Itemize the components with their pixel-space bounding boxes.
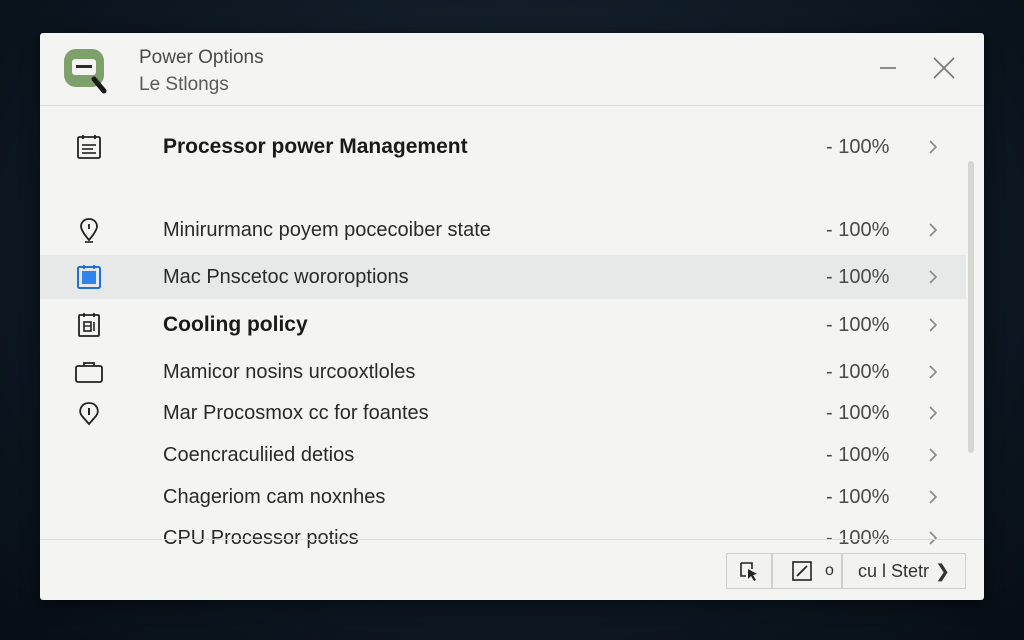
select-button[interactable] xyxy=(726,553,772,589)
list-item-value: - 100% xyxy=(826,486,890,508)
list-item[interactable]: Chageriom cam noxnhes - 100% xyxy=(40,475,966,519)
vertical-scrollbar[interactable] xyxy=(968,161,974,453)
list-item[interactable]: Cooling policy - 100% xyxy=(40,303,966,347)
list-item-value: - 100% xyxy=(826,266,890,288)
power-plug-icon xyxy=(74,399,104,427)
minimize-button[interactable] xyxy=(871,51,905,85)
power-app-icon xyxy=(60,45,112,97)
list-item[interactable]: Coencraculiied detios - 100% xyxy=(40,433,966,477)
title-bar: Power Options Le Stlongs xyxy=(40,33,984,106)
list-item[interactable]: Minirurmanc poyem pocecoiber state - 100… xyxy=(40,208,966,252)
chevron-right-icon xyxy=(929,318,938,332)
list-item-value: - 100% xyxy=(826,136,890,158)
list-item-label: Mac Pnscetoc wororoptions xyxy=(163,266,409,288)
chevron-right-icon: ❯ xyxy=(934,560,951,581)
settings-list: Processor power Management - 100% Miniru… xyxy=(40,125,966,549)
footer-bar: o cu l Stetr ❯ xyxy=(40,539,984,600)
calendar-box-icon xyxy=(74,311,104,339)
chevron-right-icon xyxy=(929,140,938,154)
chevron-right-icon xyxy=(929,270,938,284)
location-pin-icon xyxy=(74,216,104,244)
cluster-button-label: cu l Stetr xyxy=(857,560,929,581)
close-button[interactable] xyxy=(927,51,961,85)
list-item[interactable]: Mac Pnscetoc wororoptions - 100% xyxy=(40,255,966,299)
list-item-value: - 100% xyxy=(826,444,890,466)
list-item-value: - 100% xyxy=(826,361,890,383)
list-item-value: - 100% xyxy=(826,402,890,424)
window-title: Power Options xyxy=(139,47,264,68)
list-item[interactable]: Processor power Management - 100% xyxy=(40,125,966,169)
list-item-label: Cooling policy xyxy=(163,313,308,336)
clipboard-icon xyxy=(74,263,104,291)
list-item-label: Chageriom cam noxnhes xyxy=(163,486,386,508)
list-item-label: Processor power Management xyxy=(163,135,468,158)
list-item-label: Mamicor nosins urcooxtloles xyxy=(163,361,416,383)
list-item[interactable]: Mar Procosmox cc for foantes - 100% xyxy=(40,391,966,435)
cursor-select-icon xyxy=(740,562,757,581)
chevron-right-icon xyxy=(929,223,938,237)
list-item-value: - 100% xyxy=(826,314,890,336)
list-item-value: - 100% xyxy=(826,219,890,241)
close-icon xyxy=(933,57,955,79)
chevron-right-icon xyxy=(929,406,938,420)
chevron-right-icon xyxy=(929,490,938,504)
document-list-icon xyxy=(74,133,104,161)
chevron-right-icon xyxy=(929,448,938,462)
edit-box-icon xyxy=(792,561,812,581)
briefcase-icon xyxy=(74,358,104,386)
chevron-right-icon xyxy=(929,365,938,379)
list-item-label: Coencraculiied detios xyxy=(163,444,355,466)
list-item-label: Minirurmanc poyem pocecoiber state xyxy=(163,219,491,241)
cluster-button[interactable]: cu l Stetr ❯ xyxy=(842,553,966,589)
power-options-window: Power Options Le Stlongs Processor power… xyxy=(40,33,984,600)
edit-button[interactable]: o xyxy=(772,553,842,589)
minimize-icon xyxy=(880,67,896,69)
list-item[interactable]: Mamicor nosins urcooxtloles - 100% xyxy=(40,350,966,394)
list-item-label: Mar Procosmox cc for foantes xyxy=(163,402,429,424)
edit-count: o xyxy=(825,562,834,579)
window-subtitle: Le Stlongs xyxy=(139,74,229,95)
